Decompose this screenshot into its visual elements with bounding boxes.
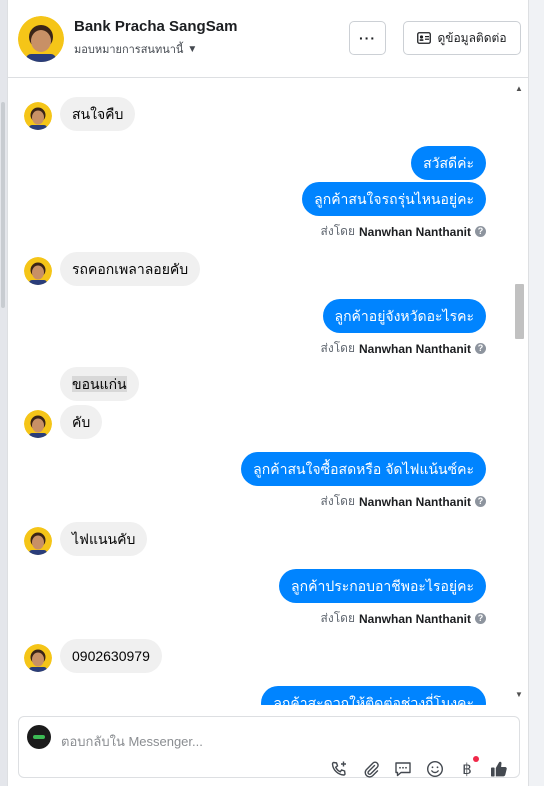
sent-by-agent: Nanwhan Nanthanit (358, 341, 471, 356)
customer-avatar-small (24, 257, 52, 285)
more-dots-icon: ··· (359, 30, 376, 46)
info-question-icon[interactable]: ? (475, 496, 486, 507)
attachment-icon[interactable] (361, 759, 381, 779)
sent-by-prefix: ส่งโดย (320, 341, 355, 355)
view-contact-button[interactable]: ดูข้อมูลติดต่อ (403, 21, 521, 55)
sent-by-agent: Nanwhan Nanthanit (358, 611, 471, 626)
left-scrollbar[interactable] (0, 0, 7, 786)
page-logo-avatar (27, 725, 51, 749)
thread-scrollbar[interactable]: ▲ ▼ (512, 79, 526, 705)
sent-by-label: ส่งโดย Nanwhan Nanthanit ? (321, 339, 486, 358)
customer-avatar-small (24, 644, 52, 672)
customer-avatar-small (24, 102, 52, 130)
scroll-down-arrow-icon[interactable]: ▼ (515, 690, 523, 699)
sent-by-prefix: ส่งโดย (320, 611, 355, 625)
outgoing-message: ลูกค้าประกอบอาชีพอะไรอยู่คะ (279, 569, 486, 603)
info-question-icon[interactable]: ? (475, 226, 486, 237)
assign-conversation-dropdown[interactable]: มอบหมายการสนทนานี้ ▼ (74, 40, 197, 58)
sent-by-label: ส่งโดย Nanwhan Nanthanit ? (321, 492, 486, 511)
info-question-icon[interactable]: ? (475, 613, 486, 624)
scroll-up-arrow-icon[interactable]: ▲ (515, 84, 523, 93)
right-margin (529, 0, 544, 786)
assign-label: มอบหมายการสนทนานี้ (74, 44, 184, 56)
incoming-message: 0902630979 (60, 639, 162, 673)
outgoing-message: ลูกค้าสนใจซื้อสดหรือ จัดไฟแน้นซ์คะ (241, 452, 486, 486)
left-scrollbar-thumb[interactable] (1, 102, 5, 308)
composer-toolbar: ฿ (329, 756, 509, 779)
conversation-header: Bank Pracha SangSam มอบหมายการสนทนานี้ ▼… (8, 0, 528, 78)
incoming-message: สนใจคืบ (60, 97, 136, 131)
incoming-message: ขอนแก่น (60, 367, 139, 401)
outgoing-message: ลูกค้าสะดวกให้ติดต่อช่วงกี่โมงคะ (261, 686, 486, 705)
customer-avatar-small (24, 527, 52, 555)
info-question-icon[interactable]: ? (475, 343, 486, 354)
caret-down-icon: ▼ (187, 43, 198, 55)
customer-avatar[interactable] (18, 16, 64, 62)
message-thread: สนใจคืบ สวัสดีค่ะ ลูกค้าสนใจรถรุ่นไหนอยู… (8, 79, 528, 705)
baht-icon[interactable]: ฿ (457, 756, 479, 779)
reply-composer: ฿ (18, 716, 520, 778)
sent-by-label: ส่งโดย Nanwhan Nanthanit ? (321, 222, 486, 241)
sent-by-agent: Nanwhan Nanthanit (358, 494, 471, 509)
highlighted-text: ขอนแก่น (72, 376, 127, 392)
sent-by-label: ส่งโดย Nanwhan Nanthanit ? (321, 609, 486, 628)
incoming-message: คับ (60, 405, 103, 439)
conversation-panel: Bank Pracha SangSam มอบหมายการสนทนานี้ ▼… (7, 0, 529, 786)
reply-input[interactable] (61, 731, 421, 751)
customer-name: Bank Pracha SangSam (74, 18, 238, 35)
outgoing-message: ลูกค้าอยู่จังหวัดอะไรคะ (322, 299, 486, 333)
outgoing-message: สวัสดีค่ะ (411, 146, 486, 180)
incoming-message: ไฟแนนคับ (60, 522, 148, 556)
saved-reply-icon[interactable] (393, 759, 413, 779)
notification-dot (473, 756, 479, 762)
phone-plus-icon[interactable] (329, 759, 349, 779)
customer-avatar-small (24, 410, 52, 438)
incoming-message: รถคอกเพลาลอยคับ (60, 252, 201, 286)
scrollbar-thumb[interactable] (515, 284, 524, 339)
sent-by-agent: Nanwhan Nanthanit (358, 224, 471, 239)
outgoing-message: ลูกค้าสนใจรถรุ่นไหนอยู่คะ (302, 182, 486, 216)
sent-by-prefix: ส่งโดย (320, 494, 355, 508)
more-options-button[interactable]: ··· (349, 21, 386, 55)
emoji-icon[interactable] (425, 759, 445, 779)
like-icon[interactable] (489, 759, 509, 779)
contact-card-icon (417, 32, 432, 44)
sent-by-prefix: ส่งโดย (320, 224, 355, 238)
view-contact-label: ดูข้อมูลติดต่อ (437, 30, 507, 45)
